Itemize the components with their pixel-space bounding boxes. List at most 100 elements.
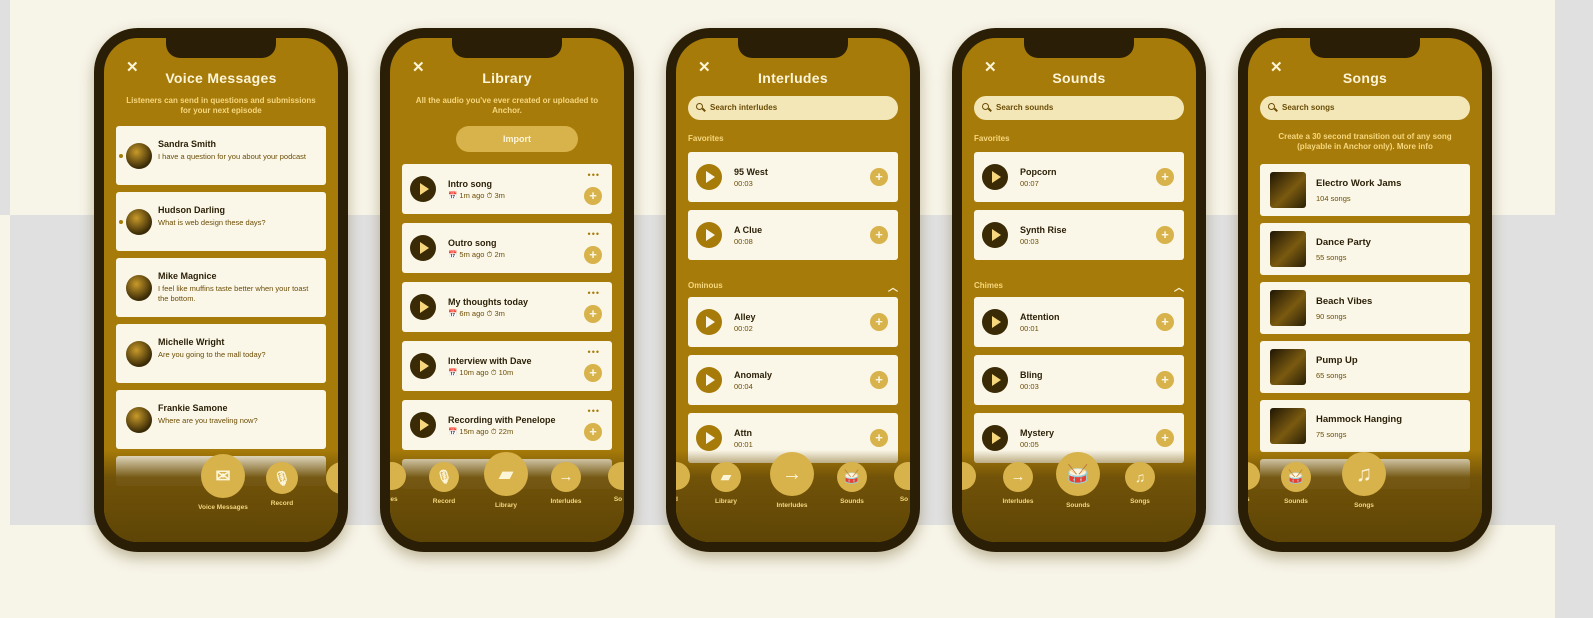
- play-button[interactable]: [982, 222, 1008, 248]
- section-header[interactable]: Ominous ︿: [688, 281, 898, 294]
- message-preview: Where are you traveling now?: [158, 416, 258, 425]
- add-button[interactable]: +: [1156, 313, 1174, 331]
- add-button[interactable]: +: [1156, 429, 1174, 447]
- nav-songs[interactable]: ♫ Songs: [1120, 462, 1160, 505]
- playlist-item[interactable]: Pump Up 65 songs: [1260, 341, 1470, 393]
- screen-songs: ✕ Songs Search songs Create a 30 second …: [1248, 38, 1482, 542]
- audio-item[interactable]: Attention 00:01 +: [974, 297, 1184, 347]
- import-button[interactable]: Import: [456, 126, 578, 152]
- more-icon[interactable]: •••: [588, 229, 600, 239]
- music-note-icon: ♫: [1125, 462, 1155, 492]
- search-input[interactable]: Search interludes: [688, 96, 898, 120]
- add-button[interactable]: +: [1156, 168, 1174, 186]
- library-item[interactable]: My thoughts today 📅 6m ago ⏱ 3m ••• +: [402, 282, 612, 332]
- play-button[interactable]: [410, 294, 436, 320]
- nav-sounds[interactable]: 🥁 Sounds: [832, 462, 872, 505]
- microphone-icon: 🎙: [429, 462, 459, 492]
- play-button[interactable]: [696, 309, 722, 335]
- play-button[interactable]: [696, 222, 722, 248]
- chevron-up-icon[interactable]: ︿: [1174, 279, 1184, 294]
- section-header[interactable]: Chimes ︿: [974, 281, 1184, 294]
- add-button[interactable]: +: [870, 313, 888, 331]
- nav-label: Record: [270, 500, 294, 507]
- audio-item[interactable]: Bling 00:03 +: [974, 355, 1184, 405]
- nav-sounds-partial[interactable]: So: [608, 462, 624, 503]
- add-button[interactable]: +: [870, 429, 888, 447]
- page-subtitle: All the audio you've ever created or upl…: [415, 96, 599, 115]
- nav-sounds[interactable]: 🥁 Sounds: [1053, 452, 1103, 509]
- nav-record[interactable]: 🎙 Record: [424, 462, 464, 505]
- item-duration: 00:02: [734, 324, 753, 333]
- nav-library[interactable]: ▰ Library: [706, 462, 746, 505]
- nav-sounds[interactable]: 🥁 Sounds: [1276, 462, 1316, 505]
- play-button[interactable]: [410, 412, 436, 438]
- more-icon[interactable]: •••: [588, 170, 600, 180]
- message-card[interactable]: Frankie Samone Where are you traveling n…: [116, 390, 326, 449]
- playlist-item[interactable]: Dance Party 55 songs: [1260, 223, 1470, 275]
- library-item[interactable]: Outro song 📅 5m ago ⏱ 2m ••• +: [402, 223, 612, 273]
- chevron-up-icon[interactable]: ︿: [888, 279, 898, 294]
- item-duration: 00:03: [1020, 237, 1039, 246]
- nav-library[interactable]: ▰ Library: [481, 452, 531, 509]
- more-icon[interactable]: •••: [588, 347, 600, 357]
- add-button[interactable]: +: [870, 168, 888, 186]
- message-card[interactable]: Mike Magnice I feel like muffins taste b…: [116, 258, 326, 317]
- add-button[interactable]: +: [584, 246, 602, 264]
- play-button[interactable]: [982, 367, 1008, 393]
- nav-label: Sounds: [1066, 502, 1090, 509]
- avatar: [126, 274, 152, 301]
- library-item[interactable]: Recording with Penelope 📅 15m ago ⏱ 22m …: [402, 400, 612, 450]
- nav-voice-partial[interactable]: ges: [390, 462, 408, 503]
- play-button[interactable]: [982, 425, 1008, 451]
- playlist-item[interactable]: Electro Work Jams 104 songs: [1260, 164, 1470, 216]
- play-button[interactable]: [982, 309, 1008, 335]
- audio-item[interactable]: A Clue 00:08 +: [688, 210, 898, 260]
- library-item[interactable]: Intro song 📅 1m ago ⏱ 3m ••• +: [402, 164, 612, 214]
- audio-item[interactable]: 95 West 00:03 +: [688, 152, 898, 202]
- audio-item[interactable]: Synth Rise 00:03 +: [974, 210, 1184, 260]
- nav-interludes-partial[interactable]: es: [1248, 462, 1260, 503]
- nav-next-partial[interactable]: [326, 462, 338, 494]
- message-card[interactable]: Michelle Wright Are you going to the mal…: [116, 324, 326, 383]
- audio-item[interactable]: Alley 00:02 +: [688, 297, 898, 347]
- more-icon[interactable]: •••: [588, 406, 600, 416]
- bottom-nav: ges 🎙 Record ▰ Library → Interludes So: [390, 450, 624, 542]
- audio-item[interactable]: Popcorn 00:07 +: [974, 152, 1184, 202]
- add-button[interactable]: +: [584, 305, 602, 323]
- play-button[interactable]: [696, 425, 722, 451]
- add-button[interactable]: +: [1156, 371, 1174, 389]
- search-input[interactable]: Search sounds: [974, 96, 1184, 120]
- play-button[interactable]: [696, 367, 722, 393]
- search-input[interactable]: Search songs: [1260, 96, 1470, 120]
- add-button[interactable]: +: [584, 364, 602, 382]
- add-button[interactable]: +: [870, 226, 888, 244]
- item-meta: 📅 5m ago ⏱ 2m: [448, 250, 505, 259]
- message-card[interactable]: Sandra Smith I have a question for you a…: [116, 126, 326, 185]
- library-item[interactable]: Interview with Dave 📅 10m ago ⏱ 10m ••• …: [402, 341, 612, 391]
- play-button[interactable]: [410, 176, 436, 202]
- nav-interludes[interactable]: → Interludes: [767, 452, 817, 509]
- nav-interludes[interactable]: → Interludes: [996, 462, 1040, 505]
- audio-item[interactable]: Anomaly 00:04 +: [688, 355, 898, 405]
- nav-songs[interactable]: ♫ Songs: [1339, 452, 1389, 509]
- add-button[interactable]: +: [584, 187, 602, 205]
- playlist-item[interactable]: Beach Vibes 90 songs: [1260, 282, 1470, 334]
- message-card[interactable]: Hudson Darling What is web design these …: [116, 192, 326, 251]
- playlist-item[interactable]: Hammock Hanging 75 songs: [1260, 400, 1470, 452]
- nav-record-partial[interactable]: d: [676, 462, 690, 503]
- play-button[interactable]: [982, 164, 1008, 190]
- nav-songs-partial[interactable]: So: [894, 462, 910, 503]
- play-button[interactable]: [410, 235, 436, 261]
- nav-record[interactable]: 🎙 Record: [262, 462, 302, 507]
- songs-info[interactable]: Create a 30 second transition out of any…: [1266, 132, 1464, 152]
- item-duration: 00:03: [734, 179, 753, 188]
- add-button[interactable]: +: [1156, 226, 1174, 244]
- more-icon[interactable]: •••: [588, 288, 600, 298]
- play-button[interactable]: [696, 164, 722, 190]
- nav-voice-messages[interactable]: ✉ Voice Messages: [188, 454, 258, 511]
- play-button[interactable]: [410, 353, 436, 379]
- add-button[interactable]: +: [870, 371, 888, 389]
- nav-library-partial[interactable]: [962, 462, 976, 490]
- add-button[interactable]: +: [584, 423, 602, 441]
- nav-interludes[interactable]: → Interludes: [544, 462, 588, 505]
